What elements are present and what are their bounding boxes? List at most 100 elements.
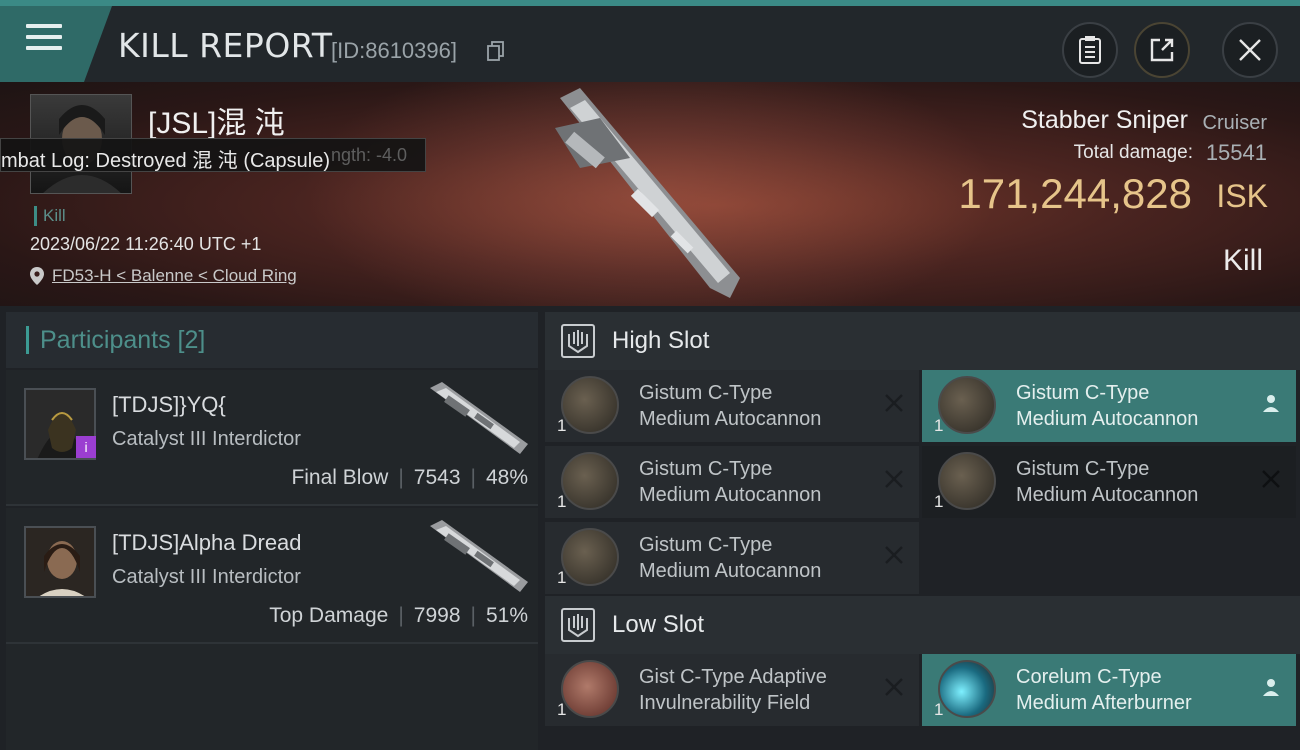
module-name: Gistum C-Type [639, 534, 773, 556]
autocannon-icon [561, 376, 619, 434]
clipboard-button[interactable] [1062, 22, 1118, 78]
stat-separator: | [398, 604, 404, 627]
module-card[interactable]: 1 Gistum C-Type Medium Autocannon [545, 370, 919, 442]
clipboard-icon [1079, 36, 1101, 64]
module-quantity: 1 [557, 492, 567, 511]
close-icon [1239, 39, 1261, 61]
copy-icon[interactable] [487, 40, 505, 62]
invulnerability-field-icon [561, 660, 619, 718]
participant-role: Final Blow [291, 466, 389, 489]
isk-unit: ISK [1216, 178, 1268, 214]
module-type: Medium Autocannon [639, 560, 822, 582]
module-quantity: 1 [557, 700, 567, 719]
module-quantity: 1 [934, 416, 944, 435]
autocannon-icon [561, 528, 619, 586]
participant-name: [TDJS]}YQ{ [112, 392, 226, 417]
victim-ship-name: Stabber Sniper [1021, 106, 1188, 134]
kill-timestamp: 2023/06/22 11:26:40 UTC +1 [30, 234, 262, 254]
low-slot-icon [561, 608, 595, 642]
low-slot-header: Low Slot [545, 596, 1300, 654]
stat-separator: | [470, 604, 476, 627]
total-damage-label: Total damage: [1073, 142, 1193, 163]
victim-name: [JSL]混 沌 [148, 107, 285, 140]
close-button[interactable] [1222, 22, 1278, 78]
participant-damage: 7543 [413, 466, 461, 489]
high-slot-header: High Slot [545, 312, 1300, 370]
module-card[interactable]: 1 Gistum C-Type Medium Autocannon [922, 446, 1296, 518]
participant-ship: Catalyst III Interdictor [112, 566, 301, 588]
participants-header: Participants [2] [6, 312, 538, 368]
module-card[interactable]: 1 Gistum C-Type Medium Autocannon [922, 370, 1296, 442]
module-name: Gist C-Type Adaptive [639, 666, 827, 688]
kill-tag: Kill [34, 206, 66, 226]
participant-percent: 48% [485, 466, 528, 489]
report-id: [ID:8610396] [331, 38, 457, 63]
module-name: Gistum C-Type [1016, 458, 1150, 480]
kill-result: Kill [1222, 244, 1263, 277]
module-name: Gistum C-Type [639, 382, 773, 404]
share-button[interactable] [1134, 22, 1190, 78]
total-damage-value: 15541 [1205, 140, 1267, 165]
header-bar: KILL REPORT [ID:8610396] [0, 0, 1300, 82]
menu-button[interactable] [0, 6, 112, 82]
header-accent-bar [26, 326, 29, 354]
menu-icon [26, 24, 62, 52]
kill-location[interactable]: FD53-H < Balenne < Cloud Ring [30, 266, 297, 286]
victim-ship-image [555, 88, 740, 298]
autocannon-icon [938, 452, 996, 510]
destroyed-x-icon [885, 546, 903, 564]
stat-separator: | [398, 466, 404, 489]
module-name: Gistum C-Type [639, 458, 773, 480]
combat-log-tooltip: mbat Log: Destroyed 混 沌 (Capsule) ngth: … [0, 138, 426, 172]
participant-ship-icon[interactable] [424, 378, 534, 458]
destroyed-x-icon [885, 394, 903, 412]
destroyed-x-icon [1262, 470, 1280, 488]
module-type: Medium Afterburner [1016, 692, 1192, 714]
module-card[interactable]: 1 Gistum C-Type Medium Autocannon [545, 446, 919, 518]
module-type: Medium Autocannon [1016, 484, 1199, 506]
participants-title: Participants [2] [40, 326, 206, 354]
participant-stats: Final Blow | 7543 | 48% [291, 466, 528, 490]
share-icon [1150, 38, 1174, 62]
module-quantity: 1 [934, 492, 944, 511]
participants-empty-area [6, 644, 538, 750]
low-slot-label: Low Slot [612, 611, 705, 638]
autocannon-icon [561, 452, 619, 510]
isk-value: 171,244,828 [958, 170, 1192, 217]
module-quantity: 1 [557, 568, 567, 587]
location-link[interactable]: FD53-H < Balenne < Cloud Ring [52, 266, 297, 286]
participant-stats: Top Damage | 7998 | 51% [269, 604, 528, 628]
location-pin-icon [30, 267, 44, 285]
participant-damage: 7998 [413, 604, 461, 627]
user-icon [1263, 679, 1279, 696]
stat-separator: | [470, 466, 476, 489]
user-icon [1263, 395, 1279, 412]
high-slot-label: High Slot [612, 327, 710, 354]
participant-name: [TDJS]Alpha Dread [112, 530, 302, 555]
participant-row[interactable]: i [TDJS]}YQ{ Catalyst III Interdictor Fi… [6, 370, 538, 506]
participant-avatar[interactable] [24, 526, 96, 598]
module-type: Medium Autocannon [1016, 408, 1199, 430]
module-quantity: 1 [934, 700, 944, 719]
participant-ship-icon[interactable] [424, 516, 534, 596]
module-name: Corelum C-Type [1016, 666, 1162, 688]
afterburner-icon [938, 660, 996, 718]
info-badge-icon: i [76, 436, 96, 458]
destroyed-x-icon [885, 470, 903, 488]
page-title: KILL REPORT [118, 26, 333, 65]
destroyed-x-icon [885, 678, 903, 696]
high-slot-icon [561, 324, 595, 358]
autocannon-icon [938, 376, 996, 434]
participant-row[interactable]: [TDJS]Alpha Dread Catalyst III Interdict… [6, 508, 538, 644]
victim-ship-class: Cruiser [1202, 112, 1267, 134]
tooltip-text: mbat Log: Destroyed 混 沌 (Capsule) [1, 150, 331, 172]
module-card[interactable]: 1 Corelum C-Type Medium Afterburner [922, 654, 1296, 726]
module-name: Gistum C-Type [1016, 382, 1150, 404]
module-card[interactable]: 1 Gistum C-Type Medium Autocannon [545, 522, 919, 594]
module-type: Medium Autocannon [639, 484, 822, 506]
participant-percent: 51% [485, 604, 528, 627]
participant-role: Top Damage [269, 604, 389, 627]
tooltip-ghost-text: ngth: -4.0 [331, 145, 408, 165]
module-card[interactable]: 1 Gist C-Type Adaptive Invulnerability F… [545, 654, 919, 726]
participant-ship: Catalyst III Interdictor [112, 428, 301, 450]
